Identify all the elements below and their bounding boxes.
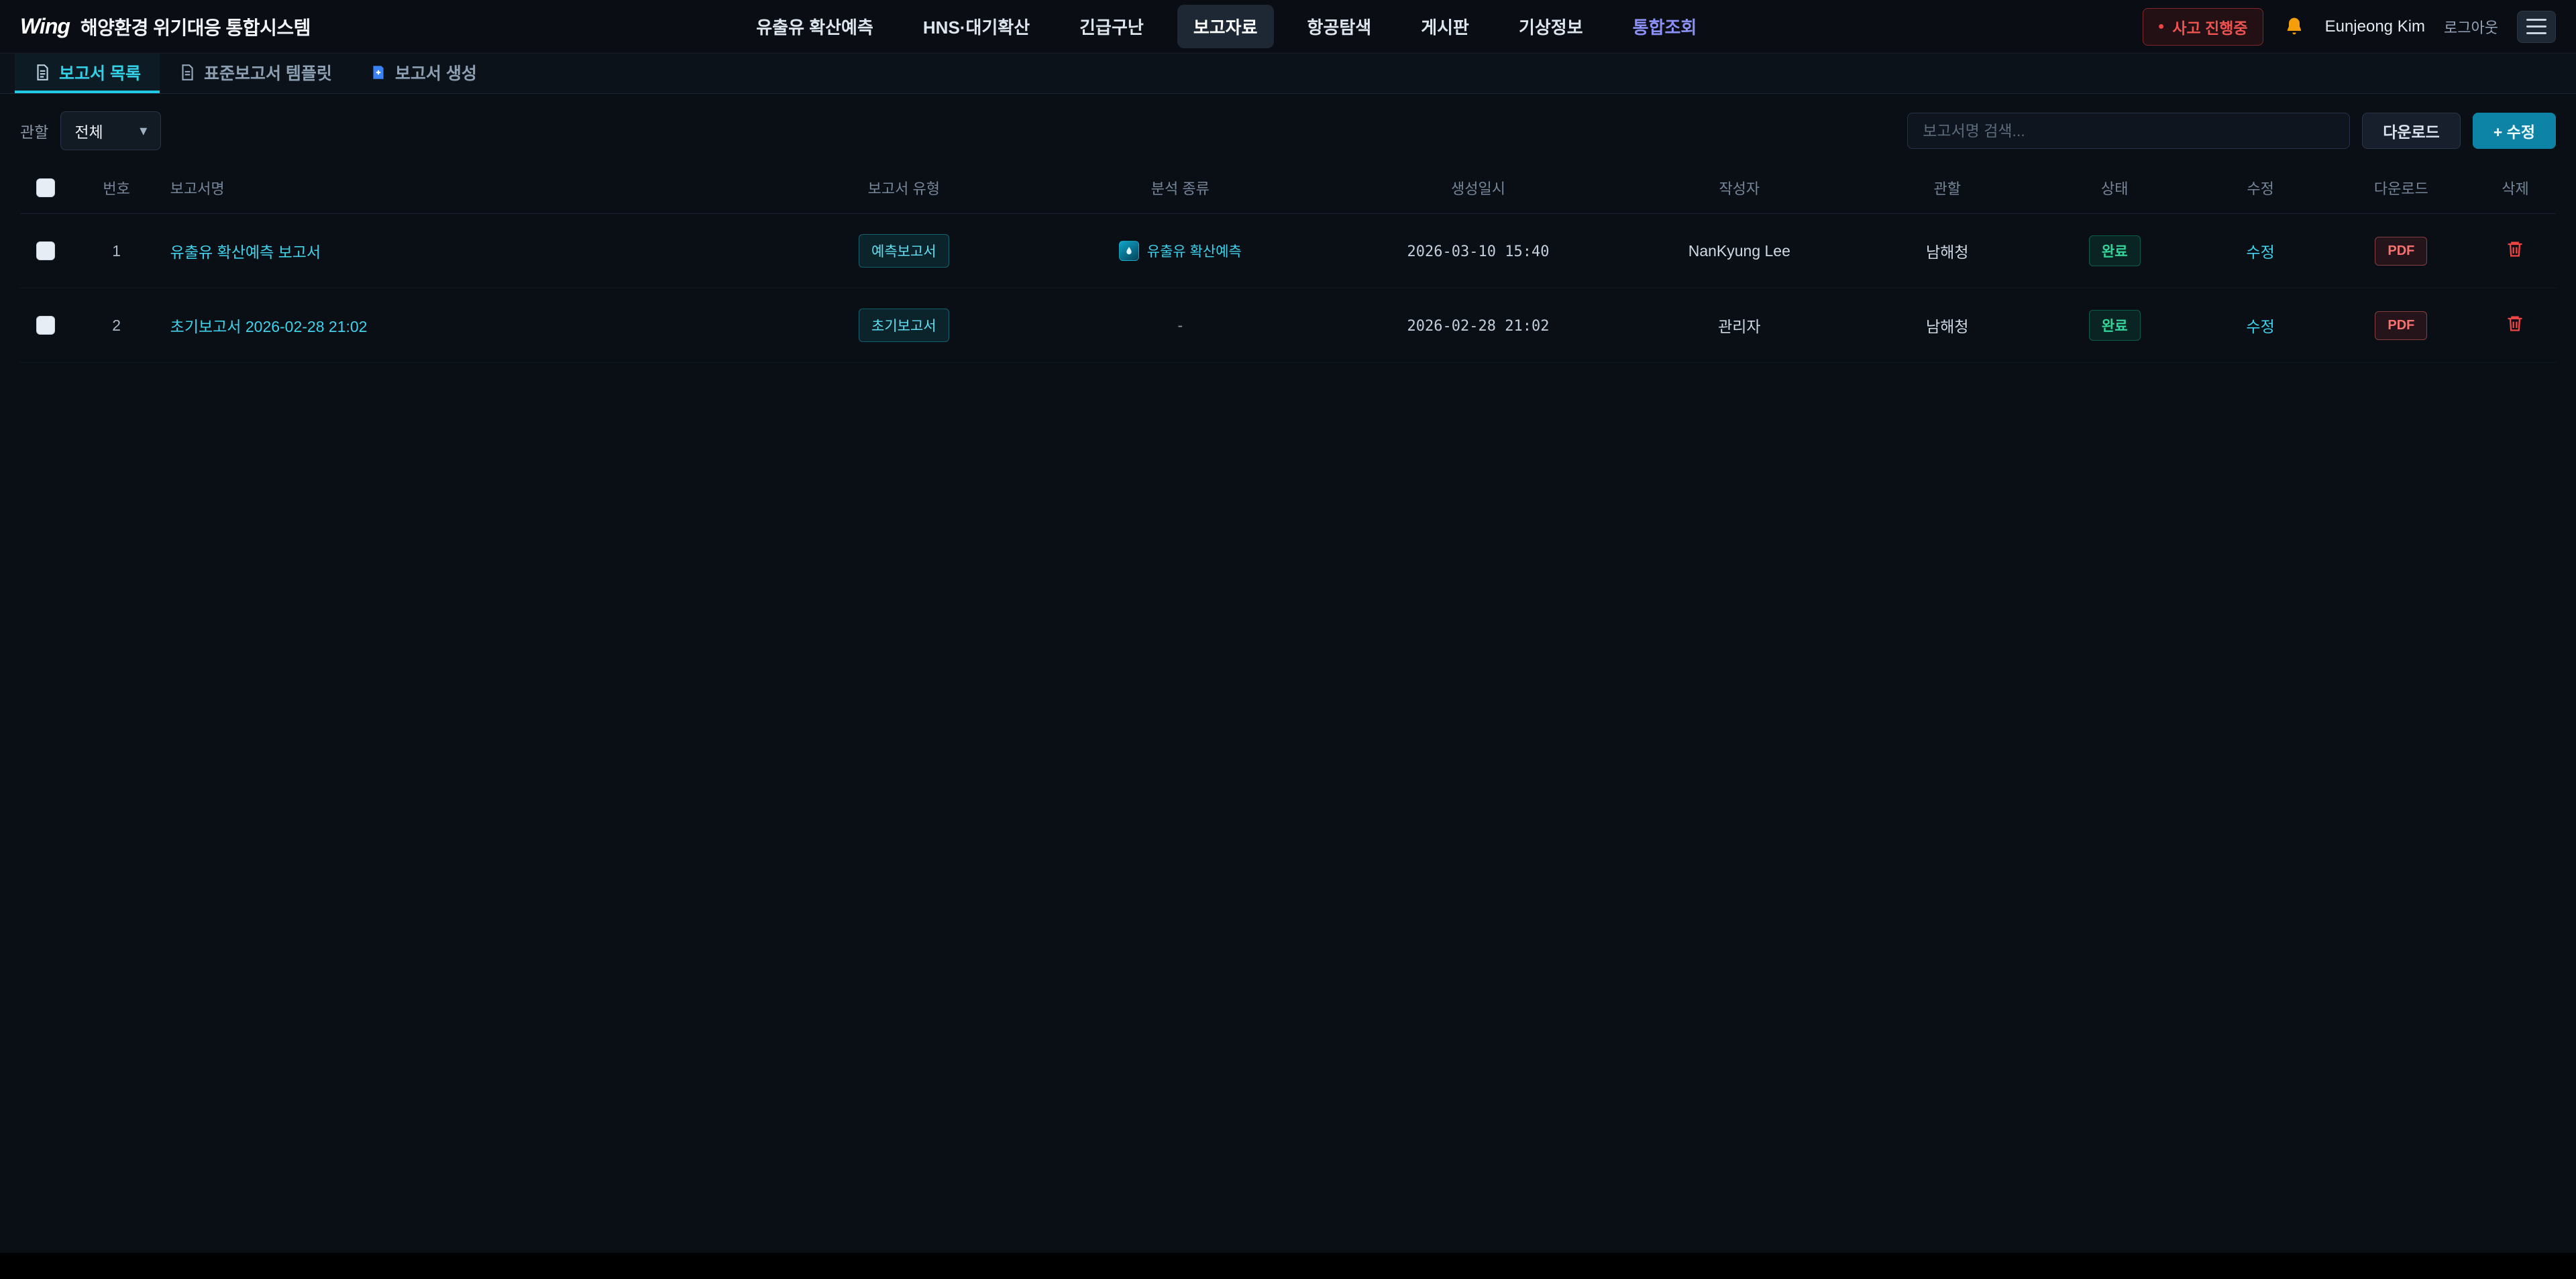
- select-all-checkbox[interactable]: [36, 178, 55, 197]
- created-at: 2026-03-10 15:40: [1407, 243, 1550, 260]
- header-jurisdiction: 관할: [1858, 162, 2036, 214]
- logout-button[interactable]: 로그아웃: [2444, 16, 2498, 38]
- header-report-type: 보고서 유형: [784, 162, 1024, 214]
- edit-link[interactable]: 수정: [2246, 243, 2274, 261]
- author: NanKyung Lee: [1620, 214, 1858, 288]
- nav-item-reports[interactable]: 보고자료: [1177, 5, 1274, 48]
- report-table: 번호 보고서명 보고서 유형 분석 종류 생성일시 작성자 관할 상태 수정 다…: [20, 162, 2556, 363]
- header-status: 상태: [2036, 162, 2193, 214]
- incident-dot-icon: ●: [2158, 21, 2165, 33]
- app-title: 해양환경 위기대응 통합시스템: [80, 13, 311, 40]
- report-name-link[interactable]: 초기보고서 2026-02-28 21:02: [170, 318, 368, 335]
- header-created-at: 생성일시: [1336, 162, 1620, 214]
- row-checkbox[interactable]: [36, 316, 55, 335]
- logo-text: Wing: [20, 14, 70, 39]
- nav-item-integrated-search[interactable]: 통합조회: [1617, 5, 1713, 48]
- header-no: 번호: [71, 162, 162, 214]
- header-delete: 삭제: [2475, 162, 2556, 214]
- tab-report-list-label: 보고서 목록: [59, 60, 141, 85]
- header-report-name: 보고서명: [162, 162, 784, 214]
- main-nav: 유출유 확산예측 HNS·대기확산 긴급구난 보고자료 항공탐색 게시판 기상정…: [740, 5, 1713, 48]
- topbar-right-cluster: ● 사고 진행중 Eunjeong Kim 로그아웃: [2143, 8, 2556, 46]
- delete-trash-icon[interactable]: [2506, 314, 2524, 333]
- report-list-icon: [34, 64, 51, 81]
- chevron-down-icon: ▾: [140, 122, 147, 140]
- analysis-type-label: 유출유 확산예측: [1147, 241, 1242, 261]
- analysis-type-empty: -: [1177, 317, 1183, 334]
- header-analysis-type: 분석 종류: [1024, 162, 1336, 214]
- status-badge: 완료: [2089, 310, 2141, 341]
- status-badge: 완료: [2089, 235, 2141, 266]
- user-name[interactable]: Eunjeong Kim: [2325, 17, 2425, 36]
- report-type-badge: 초기보고서: [859, 309, 949, 342]
- tab-standard-template[interactable]: 표준보고서 템플릿: [160, 54, 351, 93]
- nav-item-emergency-rescue[interactable]: 긴급구난: [1063, 5, 1160, 48]
- pdf-download-button[interactable]: PDF: [2375, 311, 2427, 340]
- row-number: 1: [71, 214, 162, 288]
- incident-status-badge[interactable]: ● 사고 진행중: [2143, 8, 2263, 46]
- header-author: 작성자: [1620, 162, 1858, 214]
- tab-report-create-label: 보고서 생성: [395, 60, 477, 85]
- row-checkbox[interactable]: [36, 241, 55, 260]
- report-table-container: 번호 보고서명 보고서 유형 분석 종류 생성일시 작성자 관할 상태 수정 다…: [0, 162, 2576, 363]
- nav-item-aerial-search[interactable]: 항공탐색: [1291, 5, 1388, 48]
- app-root: Wing 해양환경 위기대응 통합시스템 유출유 확산예측 HNS·대기확산 긴…: [0, 0, 2576, 1253]
- template-doc-icon: [178, 64, 196, 81]
- create-report-icon: [370, 64, 387, 81]
- author: 관리자: [1620, 288, 1858, 363]
- edit-link[interactable]: 수정: [2246, 318, 2274, 335]
- table-header-row: 번호 보고서명 보고서 유형 분석 종류 생성일시 작성자 관할 상태 수정 다…: [20, 162, 2556, 214]
- report-name-link[interactable]: 유출유 확산예측 보고서: [170, 243, 321, 261]
- filter-action-row: 관할 전체 ▾ 다운로드 + 수정: [0, 94, 2576, 162]
- brand-logo[interactable]: Wing 해양환경 위기대응 통합시스템: [20, 13, 311, 40]
- report-search-input[interactable]: [1907, 113, 2350, 149]
- analysis-type-cell: 유출유 확산예측: [1119, 241, 1242, 261]
- delete-trash-icon[interactable]: [2506, 239, 2524, 258]
- jurisdiction-filter-label: 관할: [20, 119, 48, 142]
- pdf-download-button[interactable]: PDF: [2375, 237, 2427, 266]
- header-edit: 수정: [2193, 162, 2327, 214]
- jurisdiction-selected-value: 전체: [74, 119, 103, 142]
- tab-report-create[interactable]: 보고서 생성: [351, 54, 496, 93]
- download-button[interactable]: 다운로드: [2362, 113, 2461, 149]
- menu-hamburger-icon[interactable]: [2517, 11, 2556, 43]
- table-row: 1 유출유 확산예측 보고서 예측보고서 유출유 확산예측 2026-03-10…: [20, 214, 2556, 288]
- header-download: 다운로드: [2328, 162, 2475, 214]
- jurisdiction: 남해청: [1858, 288, 2036, 363]
- nav-item-oil-spread[interactable]: 유출유 확산예측: [740, 5, 890, 48]
- jurisdiction-select[interactable]: 전체 ▾: [60, 111, 161, 150]
- row-number: 2: [71, 288, 162, 363]
- create-button[interactable]: + 수정: [2473, 113, 2556, 149]
- table-row: 2 초기보고서 2026-02-28 21:02 초기보고서 - 2026-02…: [20, 288, 2556, 363]
- tab-report-list[interactable]: 보고서 목록: [15, 54, 160, 93]
- jurisdiction: 남해청: [1858, 214, 2036, 288]
- created-at: 2026-02-28 21:02: [1407, 318, 1550, 335]
- tab-standard-template-label: 표준보고서 템플릿: [204, 60, 332, 85]
- incident-badge-label: 사고 진행중: [2172, 15, 2247, 38]
- nav-item-weather[interactable]: 기상정보: [1503, 5, 1599, 48]
- nav-item-hns-atmosphere[interactable]: HNS·대기확산: [907, 5, 1046, 48]
- nav-item-board[interactable]: 게시판: [1405, 5, 1485, 48]
- report-tab-bar: 보고서 목록 표준보고서 템플릿 보고서 생성: [0, 54, 2576, 94]
- notification-bell-icon[interactable]: [2282, 15, 2306, 39]
- top-navigation-bar: Wing 해양환경 위기대응 통합시스템 유출유 확산예측 HNS·대기확산 긴…: [0, 0, 2576, 54]
- oil-spread-icon: [1119, 241, 1139, 261]
- report-type-badge: 예측보고서: [859, 234, 949, 268]
